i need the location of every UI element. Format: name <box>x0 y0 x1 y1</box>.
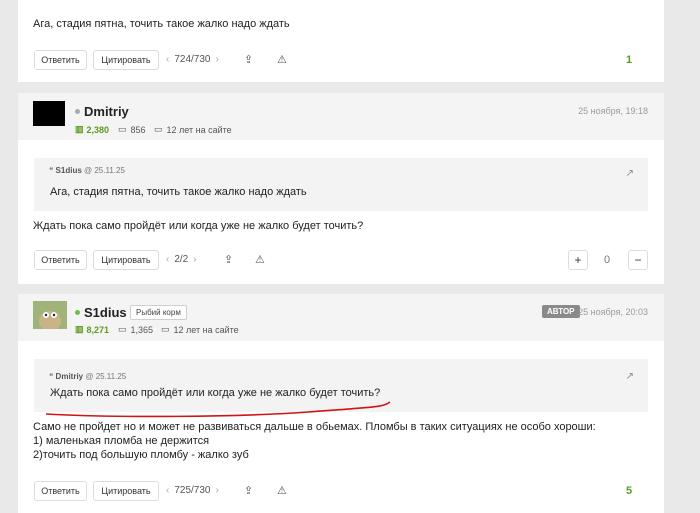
comment-text: Ждать пока само пройдёт или когда уже не… <box>33 220 364 232</box>
comment-line: 1) маленькая пломба не держится <box>33 435 210 447</box>
warning-icon[interactable]: ⚠ <box>277 484 287 497</box>
tenure-text: 12 лет на сайте <box>173 324 239 335</box>
comment-date[interactable]: 25 ноября, 19:18 <box>578 106 648 116</box>
chevron-left-icon[interactable]: ‹ <box>166 54 169 65</box>
comment-pager: ‹ 724/730 › <box>166 54 219 65</box>
quote-button[interactable]: Цитировать <box>93 250 159 270</box>
quote-block: ❝ S1dius @ 25.11.25 Ага, стадия пятна, т… <box>34 158 648 211</box>
comments-count: 856 <box>130 124 146 135</box>
quote-date: @ 25.11.25 <box>85 372 127 381</box>
quote-mark-icon: ❝ <box>49 166 54 175</box>
reply-button[interactable]: Ответить <box>34 50 87 70</box>
share-icon[interactable]: ⇪ <box>244 484 253 497</box>
quote-button[interactable]: Цитировать <box>93 50 159 70</box>
user-tenure: ▭ 12 лет на сайте <box>154 124 232 135</box>
status-dot <box>75 310 80 315</box>
calendar-icon: ▭ <box>161 324 170 334</box>
user-comments: ▭ 856 <box>118 124 146 135</box>
username[interactable]: Dmitriy <box>84 104 129 119</box>
user-comments: ▭ 1,365 <box>118 324 153 335</box>
user-tag: Рыбий корм <box>130 305 187 320</box>
avatar[interactable] <box>33 301 67 329</box>
user-rating: ▥ 2,380 <box>75 124 109 135</box>
go-to-quote-icon[interactable]: ↗ <box>626 168 634 179</box>
pager-value: 2/2 <box>174 254 189 265</box>
user-tenure: ▭ 12 лет на сайте <box>161 324 239 335</box>
vote-up-button[interactable]: + <box>568 250 588 270</box>
share-icon[interactable]: ⇪ <box>224 253 233 266</box>
warning-icon[interactable]: ⚠ <box>255 253 265 266</box>
comment-icon: ▭ <box>118 324 127 334</box>
share-icon[interactable]: ⇪ <box>244 53 253 66</box>
comment-line: Само не пройдет но и может не развиватьс… <box>33 421 596 433</box>
username[interactable]: S1dius <box>84 305 127 320</box>
comment-pager: ‹ 2/2 › <box>166 254 197 265</box>
chevron-left-icon[interactable]: ‹ <box>166 254 169 265</box>
comment-icon: ▭ <box>118 124 127 134</box>
comment-pager: ‹ 725/730 › <box>166 485 219 496</box>
quote-header: ❝ S1dius @ 25.11.25 <box>49 166 125 175</box>
comment-text: Само не пройдет но и может не развиватьс… <box>33 420 596 462</box>
quote-header: ❝ Dmitriy @ 25.11.25 <box>49 372 126 381</box>
comment-count: 1 <box>626 54 633 66</box>
chevron-right-icon[interactable]: › <box>216 54 219 65</box>
reply-button[interactable]: Ответить <box>34 481 87 501</box>
comments-count: 1,365 <box>130 324 154 335</box>
comment-card: S1dius Рыбий корм АВТОР ▥ 8,271 ▭ 1,365 … <box>18 294 664 513</box>
status-dot <box>75 109 80 114</box>
comment-count: 5 <box>626 485 633 497</box>
chevron-right-icon[interactable]: › <box>216 485 219 496</box>
calendar-icon: ▭ <box>154 124 163 134</box>
quote-mark-icon: ❝ <box>49 372 54 381</box>
avatar-image <box>33 301 67 329</box>
quote-author[interactable]: Dmitriy <box>56 372 84 381</box>
pager-value: 725/730 <box>174 485 211 496</box>
tenure-text: 12 лет на сайте <box>166 124 232 135</box>
red-underline-annotation <box>45 401 391 418</box>
author-badge: АВТОР <box>542 305 580 318</box>
comment-card: Dmitriy ▥ 2,380 ▭ 856 ▭ 12 лет на сайте … <box>18 93 664 284</box>
comment-date[interactable]: 25 ноября, 20:03 <box>578 307 648 317</box>
go-to-quote-icon[interactable]: ↗ <box>626 371 634 382</box>
avatar[interactable] <box>33 101 65 126</box>
quote-date: @ 25.11.25 <box>84 166 125 175</box>
vote-down-button[interactable]: − <box>628 250 648 270</box>
user-rating: ▥ 8,271 <box>75 324 109 335</box>
reply-button[interactable]: Ответить <box>34 250 87 270</box>
pager-value: 724/730 <box>174 54 211 65</box>
rating-icon: ▥ <box>75 124 84 134</box>
warning-icon[interactable]: ⚠ <box>277 53 287 66</box>
quote-text: Ага, стадия пятна, точить такое жалко на… <box>50 186 307 198</box>
chevron-right-icon[interactable]: › <box>193 254 196 265</box>
rating-value: 2,380 <box>86 124 110 135</box>
rating-value: 8,271 <box>86 324 110 335</box>
comment-card: Ага, стадия пятна, точить такое жалко на… <box>18 0 664 82</box>
comment-line: 2)точить под большую пломбу - жалко зуб <box>33 449 249 461</box>
rating-icon: ▥ <box>75 324 84 334</box>
chevron-left-icon[interactable]: ‹ <box>166 485 169 496</box>
comment-text: Ага, стадия пятна, точить такое жалко на… <box>33 18 290 30</box>
quote-button[interactable]: Цитировать <box>93 481 159 501</box>
quote-author[interactable]: S1dius <box>56 166 82 175</box>
vote-count: 0 <box>604 254 611 266</box>
quote-text: Ждать пока само пройдёт или когда уже не… <box>50 387 381 399</box>
